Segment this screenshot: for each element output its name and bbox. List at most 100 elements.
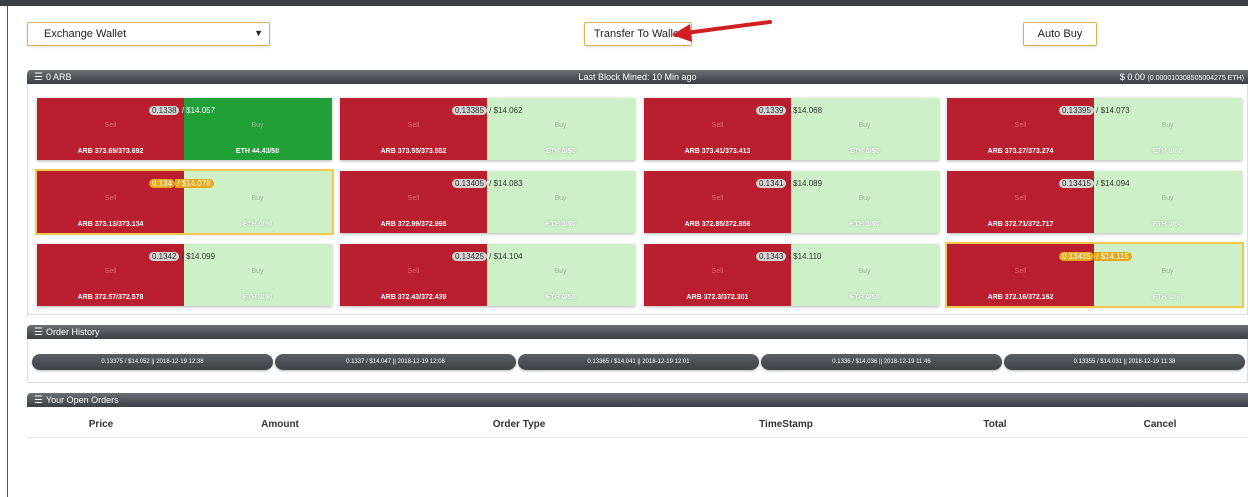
card-price: 0.1341 / $14.089 <box>756 179 822 188</box>
sell-label: Sell <box>1014 122 1027 129</box>
order-history-header: ☰ Order History <box>27 325 1248 339</box>
buy-label: Buy <box>1161 268 1174 275</box>
sell-amount: ARB 372.71/372.717 <box>987 221 1054 228</box>
eth-balance: (0.000010308505004275 ETH) <box>1147 75 1244 82</box>
order-history-item: 0.13365 / $14.041 || 2018-12-19 12:01 <box>518 354 759 370</box>
column-header: Order Type <box>492 419 546 430</box>
chevron-down-icon: ▼ <box>254 28 263 38</box>
buy-label: Buy <box>554 122 567 129</box>
order-card[interactable]: Sell ARB 372.3/372.301 Buy ETH 0/50 0.1343 /… <box>644 244 939 306</box>
sell-label: Sell <box>104 268 117 275</box>
buy-amount: ETH 44.43/50 <box>235 148 280 155</box>
left-border <box>7 6 8 497</box>
order-card[interactable]: Sell ARB 372.57/372.578 Buy ETH 0/50 0.1342 … <box>37 244 332 306</box>
sell-label: Sell <box>407 195 420 202</box>
list-icon: ☰ <box>34 394 43 406</box>
sell-label: Sell <box>104 122 117 129</box>
order-card[interactable]: Sell ARB 373.41/373.413 Buy ETH 0/50 0.1339 … <box>644 98 939 160</box>
column-header: Cancel <box>1143 419 1177 430</box>
top-bar <box>0 0 1248 6</box>
column-header: Price <box>88 419 114 430</box>
buy-amount: ETH 0/50 <box>849 221 880 228</box>
buy-amount: ETH 0/50 <box>545 294 576 301</box>
price-eth: 0.1338 <box>149 106 180 115</box>
price-usd: $14.104 <box>493 252 523 261</box>
sell-amount: ARB 373.41/373.413 <box>684 148 751 155</box>
price-usd: $14.115 <box>1100 252 1129 261</box>
buy-amount: ETH 0/50 <box>849 148 880 155</box>
last-block-mined: Last Block Mined: 10 Min ago <box>578 72 697 82</box>
column-header: Total <box>983 419 1007 430</box>
buy-label: Buy <box>251 122 264 129</box>
card-price: 0.13395 / $14.073 <box>1059 106 1130 115</box>
red-arrow-annotation <box>672 20 772 42</box>
price-usd: $14.094 <box>1100 179 1130 188</box>
price-usd-wrap: / $14.094 <box>1093 179 1130 188</box>
sell-label: Sell <box>711 122 724 129</box>
buy-label: Buy <box>554 195 567 202</box>
order-history-item: 0.1337 / $14.047 || 2018-12-19 12:08 <box>275 354 516 370</box>
card-price: 0.1338 / $14.057 <box>149 106 215 115</box>
wallet-select[interactable]: Exchange Wallet ▼ <box>27 22 270 46</box>
card-price: 0.1343 / $14.110 <box>756 252 821 261</box>
sell-amount: ARB 373.69/373.692 <box>77 148 144 155</box>
price-usd: $14.062 <box>493 106 523 115</box>
sell-label: Sell <box>1014 268 1027 275</box>
price-usd-wrap: / $14.083 <box>486 179 523 188</box>
order-card[interactable]: Sell ARB 373.27/373.274 Buy ETH 0/50 0.13395… <box>947 98 1242 160</box>
card-price: 0.134 / $14.078 <box>149 179 214 188</box>
price-usd: $14.110 <box>793 252 822 261</box>
buy-amount: ETH 0/50 <box>242 221 273 228</box>
usd-balance: $ 0.00 (0.000010308505004275 ETH) <box>1120 72 1244 82</box>
table-divider <box>27 437 1248 438</box>
sell-amount: ARB 372.16/372.162 <box>987 294 1054 301</box>
sell-label: Sell <box>711 195 724 202</box>
buy-amount: ETH 0/50 <box>1152 221 1183 228</box>
order-card[interactable]: Sell ARB 373.69/373.692 Buy ETH 44.43/50 0.1… <box>37 98 332 160</box>
order-card[interactable]: Sell ARB 372.71/372.717 Buy ETH 0/50 0.13415… <box>947 171 1242 233</box>
order-card[interactable]: Sell ARB 373.55/373.552 Buy ETH 0/50 0.13385… <box>340 98 635 160</box>
buy-label: Buy <box>858 195 871 202</box>
card-price: 0.13405 / $14.083 <box>452 179 523 188</box>
price-usd-wrap: / $14.104 <box>486 252 523 261</box>
price-usd-wrap: / $14.110 <box>786 252 822 261</box>
column-header: TimeStamp <box>759 419 813 430</box>
wallet-select-value: Exchange Wallet <box>44 28 127 40</box>
sell-amount: ARB 372.43/372.439 <box>380 294 447 301</box>
sell-amount: ARB 372.99/372.995 <box>380 221 447 228</box>
price-eth: 0.13435 <box>1059 252 1094 261</box>
order-history-item: 0.1336 / $14.036 || 2018-12-19 11:46 <box>761 354 1002 370</box>
price-eth: 0.13425 <box>452 252 487 261</box>
price-eth: 0.1342 <box>149 252 180 261</box>
buy-label: Buy <box>251 195 264 202</box>
order-card[interactable]: Sell ARB 373.13/373.134 Buy ETH 0/50 0.134 /… <box>35 169 334 235</box>
price-usd-wrap: / $14.089 <box>786 179 823 188</box>
order-card[interactable]: Sell ARB 372.85/372.856 Buy ETH 0/50 0.1341 … <box>644 171 939 233</box>
order-history-title: Order History <box>45 327 100 337</box>
buy-amount: ETH 0/50 <box>242 294 273 301</box>
price-usd-wrap: / $14.057 <box>179 106 216 115</box>
price-eth: 0.13405 <box>452 179 487 188</box>
price-eth: 0.1341 <box>756 179 787 188</box>
card-price: 0.1339 / $14.068 <box>756 106 822 115</box>
auto-buy-button[interactable]: Auto Buy <box>1023 22 1097 46</box>
sell-amount: ARB 373.13/373.134 <box>77 221 144 228</box>
order-card[interactable]: Sell ARB 372.43/372.439 Buy ETH 0/50 0.13425… <box>340 244 635 306</box>
price-usd: $14.089 <box>793 179 823 188</box>
sell-label: Sell <box>104 195 117 202</box>
price-usd-wrap: / $14.078 <box>175 179 214 188</box>
buy-label: Buy <box>858 122 871 129</box>
price-usd: $14.068 <box>793 106 823 115</box>
order-card[interactable]: Sell ARB 372.16/372.162 Buy ETH 0/50 0.13435… <box>945 242 1244 308</box>
market-header: ☰ 0 ARB Last Block Mined: 10 Min ago $ 0… <box>27 70 1248 84</box>
buy-label: Buy <box>251 268 264 275</box>
sell-amount: ARB 372.85/372.856 <box>684 221 751 228</box>
sell-amount: ARB 373.55/373.552 <box>380 148 447 155</box>
order-card[interactable]: Sell ARB 372.99/372.995 Buy ETH 0/50 0.13405… <box>340 171 635 233</box>
price-eth: 0.134 <box>149 179 176 188</box>
price-usd: $14.083 <box>493 179 523 188</box>
sell-label: Sell <box>407 122 420 129</box>
card-price: 0.1342 / $14.099 <box>149 252 215 261</box>
card-price: 0.13385 / $14.062 <box>452 106 523 115</box>
price-usd-wrap: / $14.062 <box>486 106 523 115</box>
